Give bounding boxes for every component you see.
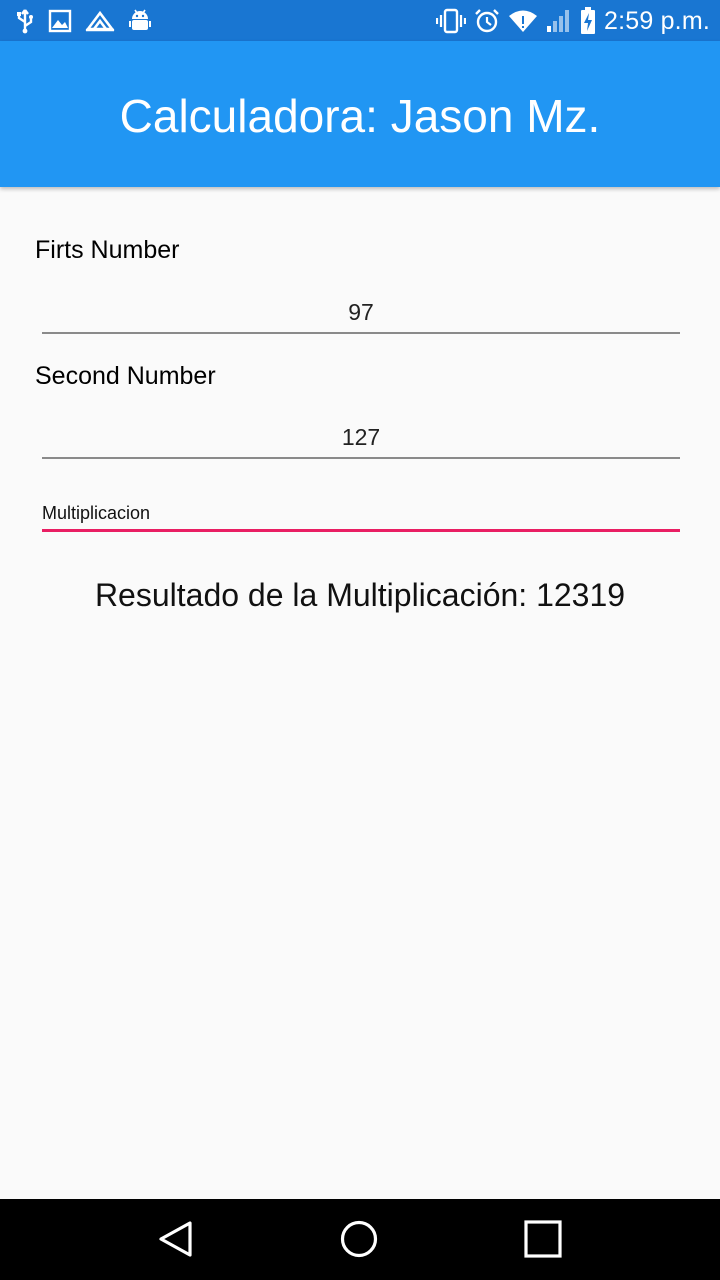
- status-time: 2:59 p.m.: [603, 7, 710, 35]
- status-left-icons: [14, 6, 152, 36]
- android-debug-icon: [128, 8, 152, 34]
- second-number-input[interactable]: [42, 417, 680, 459]
- status-bar: 2:59 p.m.: [0, 0, 720, 41]
- wifi-icon: [508, 9, 538, 33]
- operation-picker-value: Multiplicacion: [42, 503, 151, 523]
- app-title: Calculadora: Jason Mz.: [119, 90, 601, 142]
- back-icon: [156, 1219, 196, 1259]
- first-number-label: Firts Number: [35, 236, 180, 264]
- status-right-icons: 2:59 p.m.: [435, 6, 710, 36]
- home-button[interactable]: [339, 1219, 379, 1259]
- first-number-input[interactable]: [42, 292, 680, 334]
- second-number-label: Second Number: [35, 362, 216, 390]
- cloud-sync-icon: [84, 9, 116, 33]
- app-bar: Calculadora: Jason Mz.: [0, 41, 720, 187]
- usb-icon: [14, 8, 36, 34]
- operation-picker[interactable]: Multiplicacion: [42, 499, 680, 532]
- home-icon: [339, 1219, 379, 1259]
- recents-button[interactable]: [523, 1219, 563, 1259]
- signal-icon: [546, 9, 572, 33]
- alarm-icon: [474, 8, 500, 34]
- back-button[interactable]: [156, 1219, 196, 1259]
- navigation-bar: [0, 1199, 720, 1280]
- result-text: Resultado de la Multiplicación: 12319: [94, 577, 626, 613]
- battery-charging-icon: [580, 7, 596, 35]
- image-icon: [48, 9, 72, 33]
- vibrate-icon: [435, 8, 466, 34]
- recents-icon: [523, 1219, 563, 1259]
